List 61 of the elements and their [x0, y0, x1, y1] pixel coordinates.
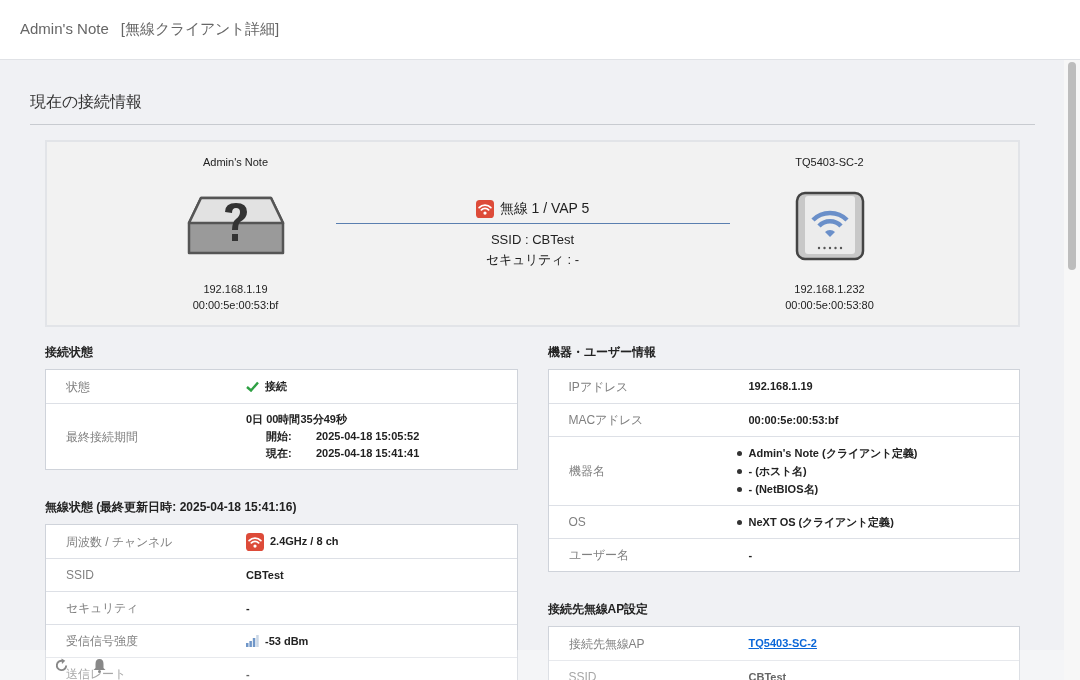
ap-link[interactable]: TQ5403-SC-2	[748, 637, 817, 650]
list-item: - (ホスト名)	[748, 464, 807, 479]
field-value: CBTest	[748, 670, 787, 680]
device-ip: 192.168.1.19	[203, 281, 268, 297]
field-label: MACアドレス	[568, 412, 645, 429]
bullet-icon	[736, 486, 742, 492]
section-title: 現在の接続情報	[30, 90, 1035, 125]
device-ip: 192.168.1.232	[794, 281, 865, 297]
panel-title: 接続先無線AP設定	[547, 601, 650, 618]
bullet-icon	[736, 519, 742, 525]
list-item: Admin's Note (クライアント定義)	[748, 446, 918, 461]
band-value: 2.4GHz / 8 ch	[270, 534, 339, 550]
field-label: IPアドレス	[568, 378, 629, 396]
field-label: 受信信号強度	[66, 633, 139, 650]
field-value: -	[748, 548, 753, 561]
field-label: セキュリティ	[66, 600, 139, 617]
device-name: Admin's Note	[202, 155, 269, 170]
access-point-icon	[794, 190, 865, 261]
link-ssid: SSID : CBTest	[490, 231, 575, 249]
field-value: -	[246, 667, 250, 680]
scrollbar[interactable]	[1064, 60, 1080, 680]
scrollbar-thumb[interactable]	[1068, 62, 1076, 270]
check-icon	[246, 381, 259, 392]
field-value: -	[246, 601, 250, 614]
field-value: 192.168.1.19	[748, 380, 813, 393]
link-label: 無線 1 / VAP 5	[499, 199, 590, 218]
list-item: - (NetBIOS名)	[748, 482, 819, 497]
field-label: 機器名	[568, 463, 606, 480]
status-value: 接続	[265, 379, 287, 395]
signal-value: -53 dBm	[265, 633, 309, 649]
detail-value: 2025-04-18 15:41:41	[316, 446, 420, 461]
link-security: セキュリティ : -	[485, 250, 580, 269]
field-value: 00:00:5e:00:53:bf	[748, 413, 839, 426]
unknown-device-icon	[186, 195, 285, 256]
field-label: 状態	[66, 378, 91, 396]
page-title: Admin's Note	[20, 19, 109, 40]
device-mac: 00:00:5e:00:53:bf	[192, 298, 279, 313]
device-mac: 00:00:5e:00:53:80	[785, 298, 874, 313]
list-item: NeXT OS (クライアント定義)	[748, 515, 894, 530]
bullet-icon	[736, 450, 742, 456]
bullet-icon	[736, 468, 742, 474]
detail-label: 現在:	[266, 446, 293, 461]
wifi-icon	[246, 532, 264, 551]
wifi-icon	[475, 199, 494, 218]
panel-title: 機器・ユーザー情報	[547, 344, 657, 361]
field-value: CBTest	[246, 568, 284, 581]
panel-title: 接続状態	[45, 344, 94, 361]
field-label: 送信レート	[66, 666, 127, 680]
page-subtitle: [無線クライアント詳細]	[120, 19, 280, 40]
signal-icon	[246, 635, 259, 647]
field-label: OS	[568, 514, 587, 531]
field-label: SSID	[66, 567, 95, 584]
duration-value: 0日 00時間35分49秒	[246, 412, 348, 427]
field-label: ユーザー名	[568, 547, 630, 564]
field-label: 最終接続期間	[66, 428, 139, 446]
detail-value: 2025-04-18 15:05:52	[316, 429, 420, 444]
detail-label: 開始:	[266, 429, 293, 444]
panel-title: 無線状態 (最終更新日時: 2025-04-18 15:41:16)	[45, 499, 298, 516]
device-name: TQ5403-SC-2	[795, 155, 864, 170]
field-label: 周波数 / チャンネル	[66, 533, 173, 551]
field-label: 接続先無線AP	[568, 635, 646, 653]
